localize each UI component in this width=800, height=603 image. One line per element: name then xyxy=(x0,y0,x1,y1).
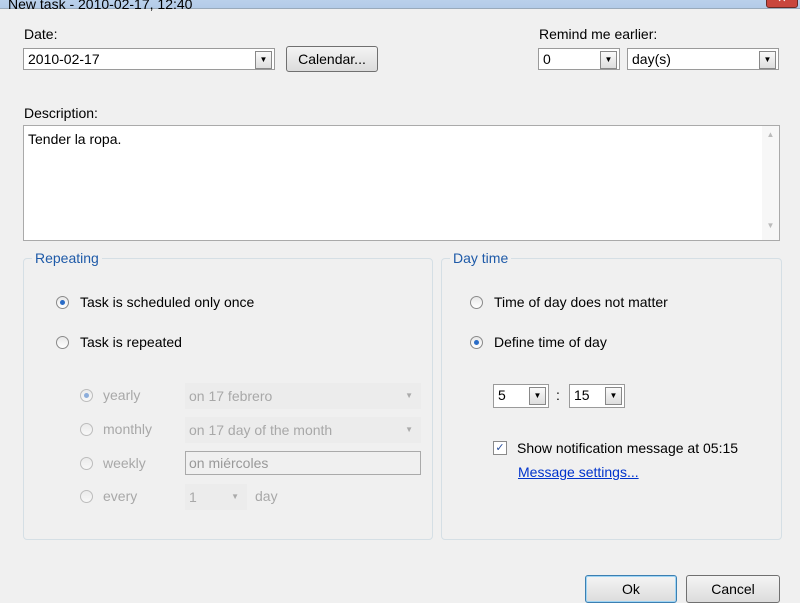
repeated-radio[interactable] xyxy=(56,336,69,349)
every-combo[interactable]: 1 ▼ xyxy=(185,484,247,510)
close-button[interactable]: ✕ xyxy=(766,0,798,8)
daytime-legend: Day time xyxy=(450,250,512,266)
notify-checkbox[interactable]: ✓ xyxy=(493,441,507,455)
no-matter-label: Time of day does not matter xyxy=(494,294,668,310)
scrollbar[interactable]: ▲ ▼ xyxy=(762,126,779,240)
remind-unit-value: day(s) xyxy=(632,51,671,67)
every-label: every xyxy=(103,488,138,504)
date-combo[interactable]: 2010-02-17 ▼ xyxy=(23,48,275,70)
date-value: 2010-02-17 xyxy=(28,51,100,67)
remind-amount-value: 0 xyxy=(543,51,551,67)
weekly-label: weekly xyxy=(103,455,146,471)
window-title: New task - 2010-02-17, 12:40 xyxy=(8,0,193,12)
hour-value: 5 xyxy=(498,387,506,403)
monthly-value: on 17 day of the month xyxy=(189,422,333,438)
once-label: Task is scheduled only once xyxy=(80,294,255,310)
remind-label: Remind me earlier: xyxy=(539,26,658,42)
chevron-down-icon[interactable]: ▼ xyxy=(759,51,776,69)
minute-value: 15 xyxy=(574,387,590,403)
weekly-value: on miércoles xyxy=(189,455,269,471)
monthly-combo[interactable]: on 17 day of the month ▼ xyxy=(185,417,421,443)
every-value: 1 xyxy=(189,489,197,505)
ok-button[interactable]: Ok xyxy=(585,575,677,603)
chevron-down-icon[interactable]: ▼ xyxy=(529,387,546,405)
chevron-down-icon[interactable]: ▼ xyxy=(605,387,622,405)
cancel-button[interactable]: Cancel xyxy=(686,575,780,603)
yearly-label: yearly xyxy=(103,387,141,403)
every-suffix: day xyxy=(255,488,278,504)
calendar-button[interactable]: Calendar... xyxy=(286,46,378,72)
monthly-radio[interactable] xyxy=(80,423,93,436)
weekly-radio[interactable] xyxy=(80,457,93,470)
message-settings-link[interactable]: Message settings... xyxy=(518,464,639,480)
monthly-label: monthly xyxy=(103,421,153,437)
chevron-down-icon: ▼ xyxy=(405,425,413,434)
repeating-legend: Repeating xyxy=(32,250,102,266)
no-matter-radio[interactable] xyxy=(470,296,483,309)
minute-combo[interactable]: 15 ▼ xyxy=(569,384,625,408)
description-textarea[interactable]: Tender la ropa. ▲ ▼ xyxy=(23,125,780,241)
remind-unit-combo[interactable]: day(s) ▼ xyxy=(627,48,779,70)
notify-label: Show notification message at 05:15 xyxy=(517,440,739,456)
description-label: Description: xyxy=(24,105,98,121)
yearly-value: on 17 febrero xyxy=(189,388,273,404)
date-label: Date: xyxy=(24,26,58,42)
yearly-radio[interactable] xyxy=(80,389,93,402)
remind-amount-combo[interactable]: 0 ▼ xyxy=(538,48,620,70)
repeated-label: Task is repeated xyxy=(80,334,182,350)
time-separator: : xyxy=(556,387,560,403)
description-text: Tender la ropa. xyxy=(28,131,122,147)
once-radio[interactable] xyxy=(56,296,69,309)
weekly-field[interactable]: on miércoles xyxy=(185,451,421,475)
yearly-combo[interactable]: on 17 febrero ▼ xyxy=(185,383,421,409)
hour-combo[interactable]: 5 ▼ xyxy=(493,384,549,408)
chevron-down-icon: ▼ xyxy=(231,492,239,501)
chevron-down-icon[interactable]: ▼ xyxy=(600,51,617,69)
define-radio[interactable] xyxy=(470,336,483,349)
chevron-down-icon: ▼ xyxy=(405,391,413,400)
every-radio[interactable] xyxy=(80,490,93,503)
chevron-down-icon[interactable]: ▼ xyxy=(255,51,272,69)
define-label: Define time of day xyxy=(494,334,607,350)
